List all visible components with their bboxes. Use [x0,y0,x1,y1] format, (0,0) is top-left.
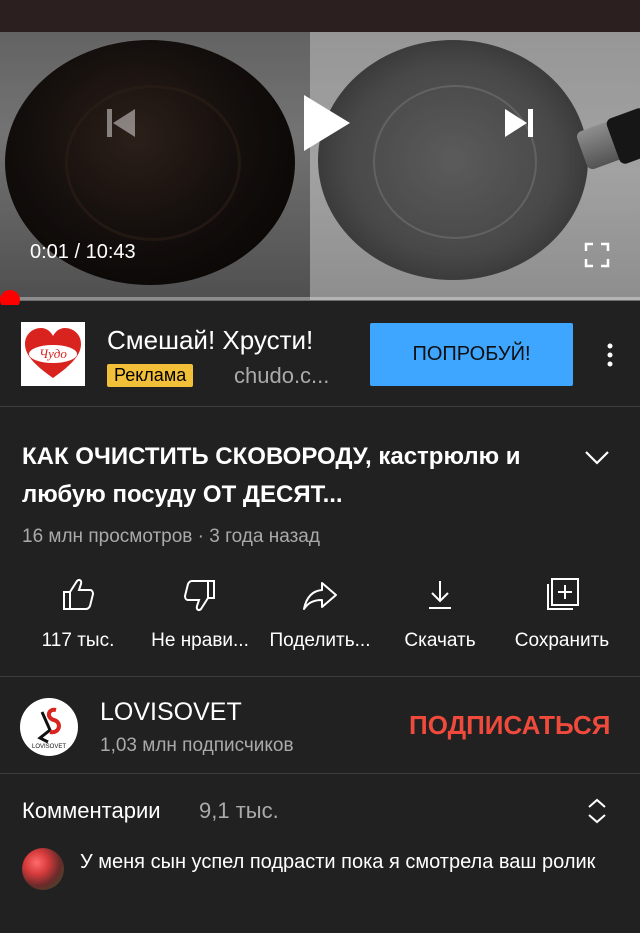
download-label: Скачать [404,630,476,651]
top-comment-text[interactable]: У меня сын успел подрасти пока я смотрел… [80,846,600,878]
fullscreen-button[interactable] [582,240,612,270]
like-count: 117 тыс. [41,630,115,651]
expand-description-button[interactable] [580,442,614,472]
share-button[interactable]: Поделить... [256,575,384,655]
ad-banner[interactable]: Чудо Смешай! Хрусти! Реклама chudo.c... … [0,305,640,405]
share-label: Поделить... [269,630,371,651]
thumbs-up-icon [63,579,95,610]
dislike-label: Не нрави... [151,630,249,651]
ad-brand-logo-text: Чудо [39,346,67,361]
ad-title[interactable]: Смешай! Хрусти! [107,325,313,356]
save-button[interactable]: Сохранить [498,575,626,655]
dislike-button[interactable]: Не нрави... [136,575,264,655]
channel-subscribers: 1,03 млн подписчиков [100,735,294,756]
divider [0,773,640,774]
ad-badge: Реклама [107,364,194,387]
chudo-logo-icon: Чудо [25,328,81,378]
divider [0,676,640,677]
like-button[interactable]: 117 тыс. [14,575,142,655]
commenter-avatar[interactable] [22,848,64,890]
save-to-playlist-icon [547,578,579,610]
comments-expand-button[interactable] [584,796,610,826]
ad-more-button[interactable] [600,340,620,370]
comments-count: 9,1 тыс. [199,798,279,823]
channel-name[interactable]: LOVISOVET [100,698,242,727]
share-icon [303,582,337,610]
ad-domain[interactable]: chudo.c... [234,363,329,389]
divider [0,406,640,407]
ad-brand-logo[interactable]: Чудо [21,322,85,386]
previous-video-button[interactable] [92,100,150,146]
comments-heading[interactable]: Комментарии [22,798,161,824]
channel-logo-text: LOVISOVET [32,744,66,750]
subscribe-button[interactable]: ПОДПИСАТЬСЯ [409,710,610,741]
play-button[interactable] [290,88,362,158]
chevron-down-icon [585,451,609,465]
download-button[interactable]: Скачать [376,575,504,655]
ad-cta-button[interactable]: ПОПРОБУЙ! [370,323,573,386]
fullscreen-icon [584,242,610,268]
unfold-icon [588,798,606,824]
lovisovet-logo-icon: LOVISOVET [32,707,66,750]
video-player[interactable]: 0:01 / 10:43 [0,0,640,300]
download-icon [429,581,451,609]
progress-bar[interactable] [0,297,640,301]
channel-avatar[interactable]: LOVISOVET [20,698,78,756]
more-vert-icon [607,343,613,367]
playback-time: 0:01 / 10:43 [30,241,136,263]
thumbs-down-icon [183,580,215,611]
skip-next-icon [505,109,533,137]
video-meta: 16 млн просмотров · 3 года назад [22,526,320,547]
save-label: Сохранить [514,630,610,651]
video-title[interactable]: КАК ОЧИСТИТЬ СКОВОРОДУ, кастрюлю и любую… [22,438,562,514]
next-video-button[interactable] [490,100,548,146]
play-icon [304,95,350,151]
skip-previous-icon [107,109,135,137]
